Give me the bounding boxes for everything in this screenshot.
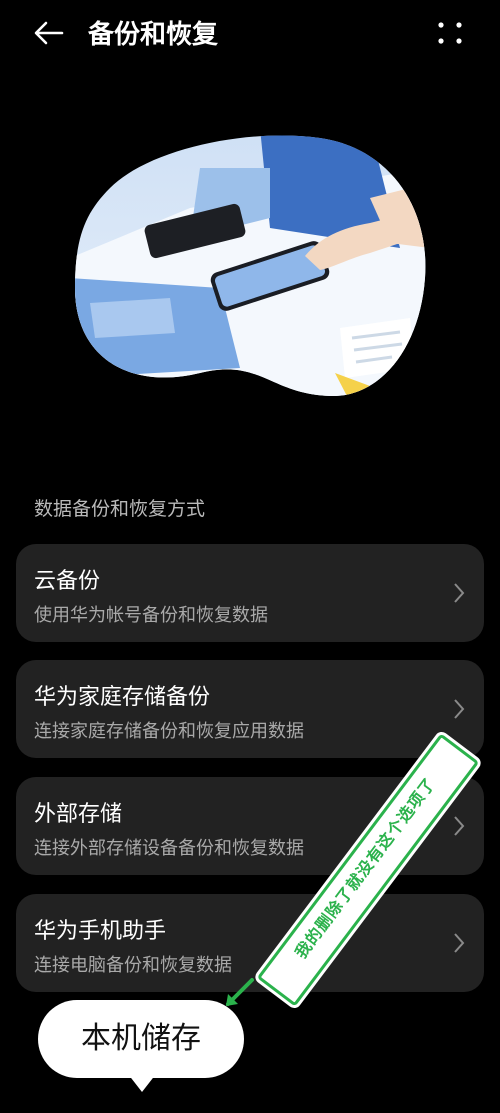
item-title: 华为家庭存储备份 (34, 685, 211, 710)
item-title: 外部存储 (34, 802, 123, 827)
speech-bubble-tail (128, 1074, 156, 1092)
chevron-right-icon (454, 699, 465, 719)
top-bar: 备份和恢复 (0, 0, 500, 64)
item-subtitle: 连接家庭存储备份和恢复应用数据 (34, 721, 304, 742)
item-title: 云备份 (34, 569, 101, 594)
item-subtitle: 使用华为帐号备份和恢复数据 (34, 605, 268, 626)
arrow-left-icon[interactable] (32, 16, 66, 50)
section-label: 数据备份和恢复方式 (34, 498, 206, 520)
bubble-text: 本机储存 (81, 1021, 201, 1056)
cloud-backup-item[interactable]: 云备份 使用华为帐号备份和恢复数据 (16, 544, 484, 642)
chevron-right-icon (454, 583, 465, 603)
backup-hero-illustration (75, 135, 426, 397)
item-subtitle: 连接电脑备份和恢复数据 (34, 955, 232, 976)
page-title: 备份和恢复 (88, 20, 219, 50)
home-storage-backup-item[interactable]: 华为家庭存储备份 连接家庭存储备份和恢复应用数据 (16, 660, 484, 758)
more-dots-icon[interactable] (434, 18, 466, 48)
item-title: 华为手机助手 (34, 919, 167, 944)
speech-bubble: 本机储存 (38, 1000, 244, 1078)
chevron-right-icon (454, 816, 465, 836)
item-subtitle: 连接外部存储设备备份和恢复数据 (34, 838, 304, 859)
chevron-right-icon (454, 933, 465, 953)
